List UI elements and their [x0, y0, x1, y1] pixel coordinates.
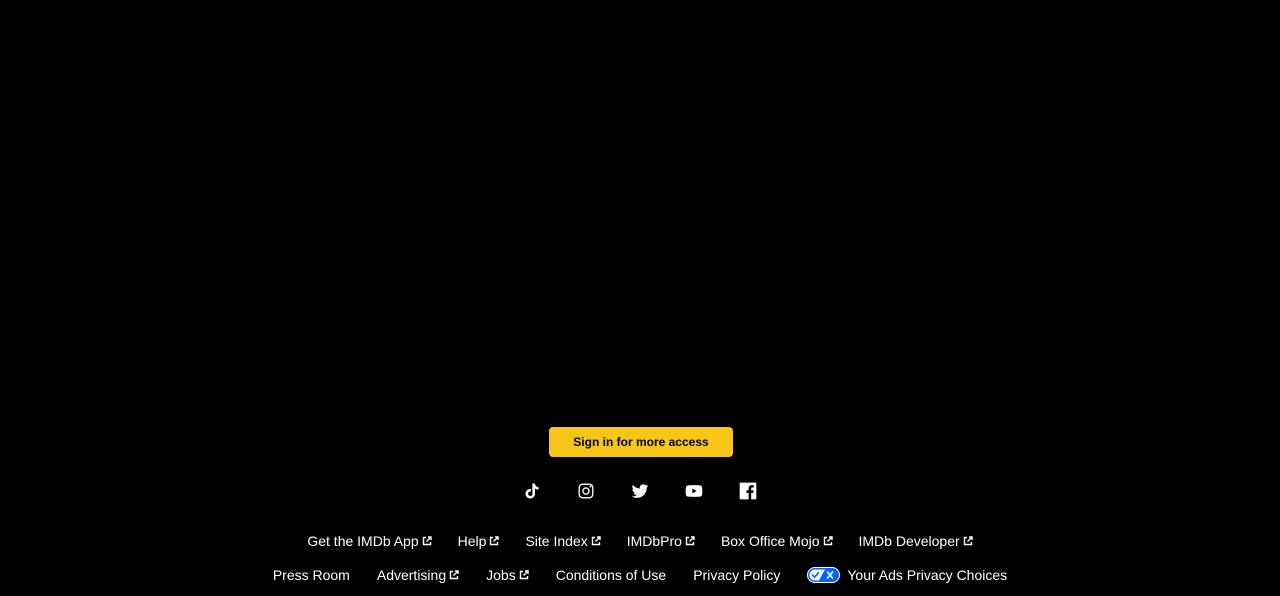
external-link-icon: [963, 536, 973, 546]
footer-link-imdb-app[interactable]: Get the IMDb App: [307, 532, 432, 550]
sign-in-button[interactable]: Sign in for more access: [549, 427, 733, 457]
footer-link-imdbpro[interactable]: IMDbPro: [627, 532, 695, 550]
footer-link-advertising[interactable]: Advertising: [377, 566, 459, 584]
footer-link-label: Privacy Policy: [693, 567, 781, 583]
instagram-icon[interactable]: [574, 479, 598, 503]
footer-link-label: Conditions of Use: [555, 567, 667, 583]
footer-link-label: Site Index: [525, 533, 588, 549]
external-link-icon: [449, 570, 459, 580]
footer-link-label: Jobs: [486, 567, 516, 583]
footer-link-label: Your Ads Privacy Choices: [847, 567, 1008, 583]
footer-link-help[interactable]: Help: [458, 532, 500, 550]
youtube-icon[interactable]: [682, 479, 706, 503]
footer-link-label: Box Office Mojo: [720, 533, 820, 549]
footer-link-privacy-policy[interactable]: Privacy Policy: [693, 566, 780, 584]
footer-link-press-room[interactable]: Press Room: [273, 566, 350, 584]
social-links: [0, 479, 1280, 503]
page: Sign in for more access Get the IMDb App…: [0, 0, 1280, 596]
footer-link-imdb-developer[interactable]: IMDb Developer: [859, 532, 973, 550]
external-link-icon: [823, 536, 833, 546]
footer-link-jobs[interactable]: Jobs: [486, 566, 529, 584]
footer-links-primary: Get the IMDb App Help Site Index IMDbPro…: [0, 532, 1280, 550]
facebook-icon[interactable]: [736, 479, 760, 503]
external-link-icon: [489, 536, 500, 546]
footer-link-site-index[interactable]: Site Index: [525, 532, 601, 550]
external-link-icon: [519, 570, 529, 580]
external-link-icon: [591, 536, 601, 546]
footer-link-label: Help: [457, 533, 487, 549]
footer-link-label: IMDbPro: [626, 533, 682, 549]
footer-link-conditions-of-use[interactable]: Conditions of Use: [556, 566, 667, 584]
privacy-choices-toggle-icon: [807, 567, 841, 583]
external-link-icon: [685, 536, 695, 546]
footer-links-secondary: Press Room Advertising Jobs Conditions o…: [0, 566, 1280, 584]
twitter-icon[interactable]: [628, 479, 652, 503]
tiktok-icon[interactable]: [520, 479, 544, 503]
footer-link-label: IMDb Developer: [858, 533, 960, 549]
footer-link-ads-privacy-choices[interactable]: Your Ads Privacy Choices: [807, 566, 1007, 584]
footer-link-box-office-mojo[interactable]: Box Office Mojo: [721, 532, 833, 550]
footer-link-label: Get the IMDb App: [307, 533, 419, 549]
footer-link-label: Advertising: [376, 567, 447, 583]
footer-link-label: Press Room: [272, 567, 350, 583]
external-link-icon: [422, 536, 432, 546]
